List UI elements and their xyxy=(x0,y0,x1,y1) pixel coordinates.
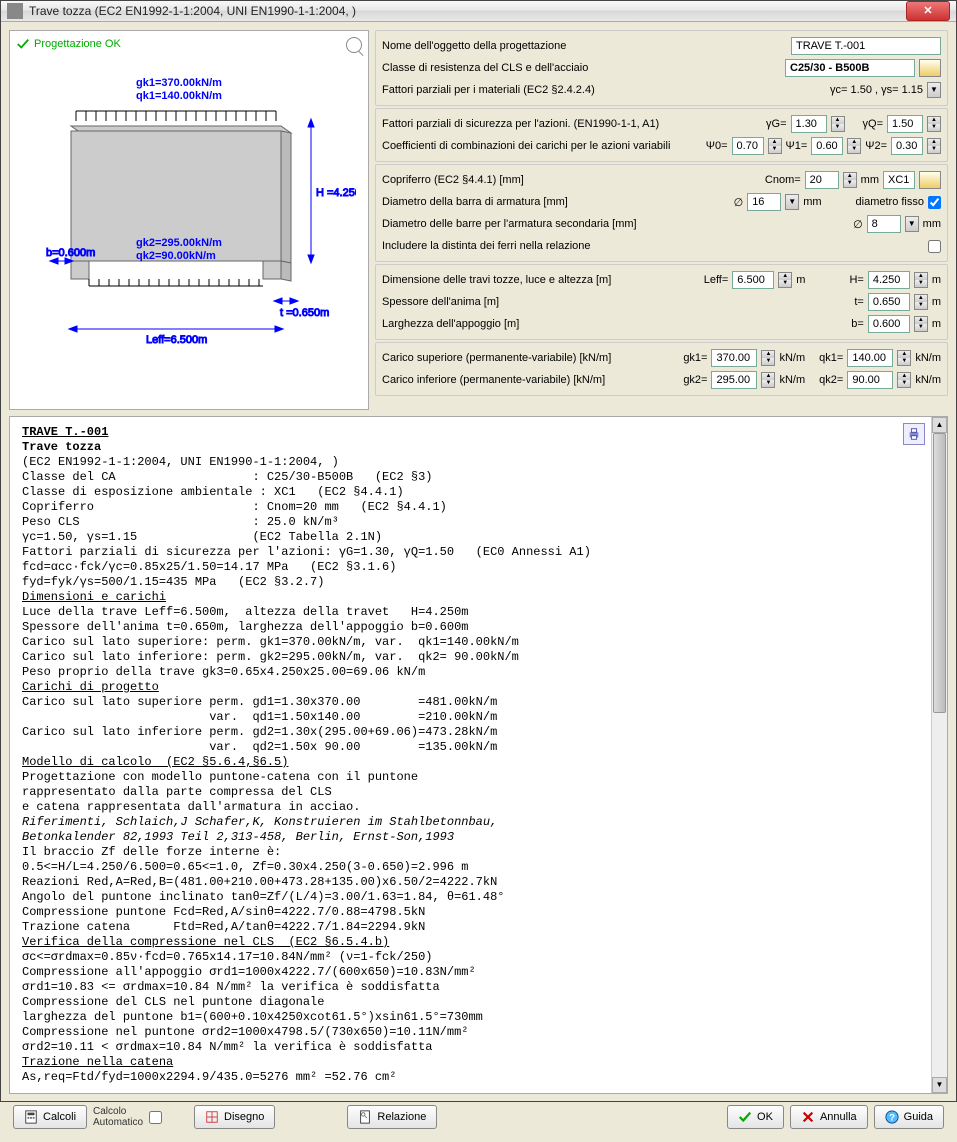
qk2-input[interactable] xyxy=(847,371,893,389)
class-label: Classe di resistenza del CLS e dell'acci… xyxy=(382,62,781,74)
status-text: Progettazione OK xyxy=(34,38,121,50)
leff-input[interactable] xyxy=(732,271,774,289)
report-text: TRAVE T.-001 Trave tozza (EC2 EN1992-1-1… xyxy=(10,417,931,1093)
dia2-input[interactable] xyxy=(867,215,901,233)
dia-fixed-check[interactable] xyxy=(928,196,941,209)
H-input[interactable] xyxy=(868,271,910,289)
calculator-icon xyxy=(24,1110,38,1124)
report-scrollbar[interactable]: ▲ ▼ xyxy=(931,417,947,1093)
printer-icon xyxy=(907,427,921,441)
window-title: Trave tozza (EC2 EN1992-1-1:2004, UNI EN… xyxy=(29,4,906,18)
report-panel: TRAVE T.-001 Trave tozza (EC2 EN1992-1-1… xyxy=(9,416,948,1094)
psi2-spinner[interactable]: ▲▼ xyxy=(927,138,941,154)
dia2-dropdown[interactable]: ▼ xyxy=(905,216,919,232)
svg-text:b=0.600m: b=0.600m xyxy=(46,247,95,259)
partial-mat-label: Fattori parziali per i materiali (EC2 §2… xyxy=(382,84,826,96)
dim-label: Dimensione delle travi tozze, luce e alt… xyxy=(382,274,700,286)
gk1-spinner[interactable]: ▲▼ xyxy=(761,350,775,366)
scroll-down[interactable]: ▼ xyxy=(932,1077,947,1093)
close-button[interactable]: ✕ xyxy=(906,1,950,21)
dia-dropdown[interactable]: ▼ xyxy=(785,194,799,210)
comb-label: Coefficienti di combinazioni dei carichi… xyxy=(382,140,702,152)
calc-auto-check[interactable] xyxy=(149,1111,162,1124)
dia-input[interactable] xyxy=(747,193,781,211)
qk1-input[interactable] xyxy=(847,349,893,367)
annulla-button[interactable]: Annulla xyxy=(790,1105,868,1129)
svg-text:t =0.650m: t =0.650m xyxy=(280,307,329,319)
partial-mat-dropdown[interactable]: ▼ xyxy=(927,82,941,98)
cnom-input[interactable] xyxy=(805,171,839,189)
psi0-spinner[interactable]: ▲▼ xyxy=(768,138,782,154)
dia-label: Diametro della barra di armatura [mm] xyxy=(382,196,730,208)
yQ-spinner[interactable]: ▲▼ xyxy=(927,116,941,132)
thick-label: Spessore dell'anima [m] xyxy=(382,296,850,308)
svg-text:Leff=6.500m: Leff=6.500m xyxy=(146,334,207,346)
H-spinner[interactable]: ▲▼ xyxy=(914,272,928,288)
yQ-input[interactable] xyxy=(887,115,923,133)
help-icon: ? xyxy=(885,1110,899,1124)
exposure-button[interactable] xyxy=(919,171,941,189)
object-name-input[interactable] xyxy=(791,37,941,55)
check-icon xyxy=(16,37,30,51)
yG-input[interactable] xyxy=(791,115,827,133)
leff-spinner[interactable]: ▲▼ xyxy=(778,272,792,288)
safety-label: Fattori parziali di sicurezza per l'azio… xyxy=(382,118,762,130)
bot-load-label: Carico inferiore (permanente-variabile) … xyxy=(382,374,679,386)
report-icon xyxy=(358,1110,372,1124)
calcoli-button[interactable]: Calcoli xyxy=(13,1105,87,1129)
drawing-icon xyxy=(205,1110,219,1124)
form-panel: Nome dell'oggetto della progettazione Cl… xyxy=(375,30,948,410)
t-spinner[interactable]: ▲▼ xyxy=(914,294,928,310)
object-name-label: Nome dell'oggetto della progettazione xyxy=(382,40,787,52)
print-button[interactable] xyxy=(903,423,925,445)
top-load-label: Carico superiore (permanente-variabile) … xyxy=(382,352,679,364)
gk2-input[interactable] xyxy=(711,371,757,389)
t-input[interactable] xyxy=(868,293,910,311)
psi1-spinner[interactable]: ▲▼ xyxy=(847,138,861,154)
dia-fixed-label: diametro fisso xyxy=(856,196,924,208)
scroll-up[interactable]: ▲ xyxy=(932,417,947,433)
svg-text:H =4.250m: H =4.250m xyxy=(316,187,356,199)
gk1-input[interactable] xyxy=(711,349,757,367)
bottom-bar: Calcoli CalcoloAutomatico Disegno Relazi… xyxy=(9,1100,948,1134)
class-button[interactable] xyxy=(919,59,941,77)
ok-button[interactable]: OK xyxy=(727,1105,784,1129)
disegno-button[interactable]: Disegno xyxy=(194,1105,275,1129)
svg-text:qk2=90.00kN/m: qk2=90.00kN/m xyxy=(136,250,216,262)
calc-auto-label: CalcoloAutomatico xyxy=(93,1106,143,1128)
cancel-icon xyxy=(801,1110,815,1124)
diagram-panel: Progettazione OK xyxy=(9,30,369,410)
psi1-input[interactable] xyxy=(811,137,843,155)
svg-text:qk1=140.00kN/m: qk1=140.00kN/m xyxy=(136,90,222,102)
status-ok: Progettazione OK xyxy=(16,37,362,51)
magnifier-icon[interactable] xyxy=(346,37,362,53)
app-icon xyxy=(7,3,23,19)
beam-diagram: H =4.250m t =0.650m b=0.600m Leff=6.500m… xyxy=(16,61,356,371)
svg-text:gk2=295.00kN/m: gk2=295.00kN/m xyxy=(136,237,222,249)
include-label: Includere la distinta dei ferri nella re… xyxy=(382,240,924,252)
titlebar: Trave tozza (EC2 EN1992-1-1:2004, UNI EN… xyxy=(1,1,956,22)
check-icon xyxy=(738,1110,752,1124)
svg-text:gk1=370.00kN/m: gk1=370.00kN/m xyxy=(136,77,222,89)
partial-mat-value: γc= 1.50 , γs= 1.15 xyxy=(830,84,923,96)
guida-button[interactable]: ? Guida xyxy=(874,1105,944,1129)
b-input[interactable] xyxy=(868,315,910,333)
dia2-label: Diametro delle barre per l'armatura seco… xyxy=(382,218,849,230)
include-check[interactable] xyxy=(928,240,941,253)
relazione-button[interactable]: Relazione xyxy=(347,1105,437,1129)
svg-text:?: ? xyxy=(889,1113,895,1124)
exposure-input[interactable] xyxy=(883,171,915,189)
cover-label: Copriferro (EC2 §4.4.1) [mm] xyxy=(382,174,761,186)
support-label: Larghezza dell'appoggio [m] xyxy=(382,318,847,330)
psi0-input[interactable] xyxy=(732,137,764,155)
gk2-spinner[interactable]: ▲▼ xyxy=(761,372,775,388)
class-input[interactable] xyxy=(785,59,915,77)
scroll-thumb[interactable] xyxy=(933,433,946,713)
qk2-spinner[interactable]: ▲▼ xyxy=(897,372,911,388)
b-spinner[interactable]: ▲▼ xyxy=(914,316,928,332)
cnom-spinner[interactable]: ▲▼ xyxy=(843,172,857,188)
psi2-input[interactable] xyxy=(891,137,923,155)
yG-spinner[interactable]: ▲▼ xyxy=(831,116,845,132)
qk1-spinner[interactable]: ▲▼ xyxy=(897,350,911,366)
